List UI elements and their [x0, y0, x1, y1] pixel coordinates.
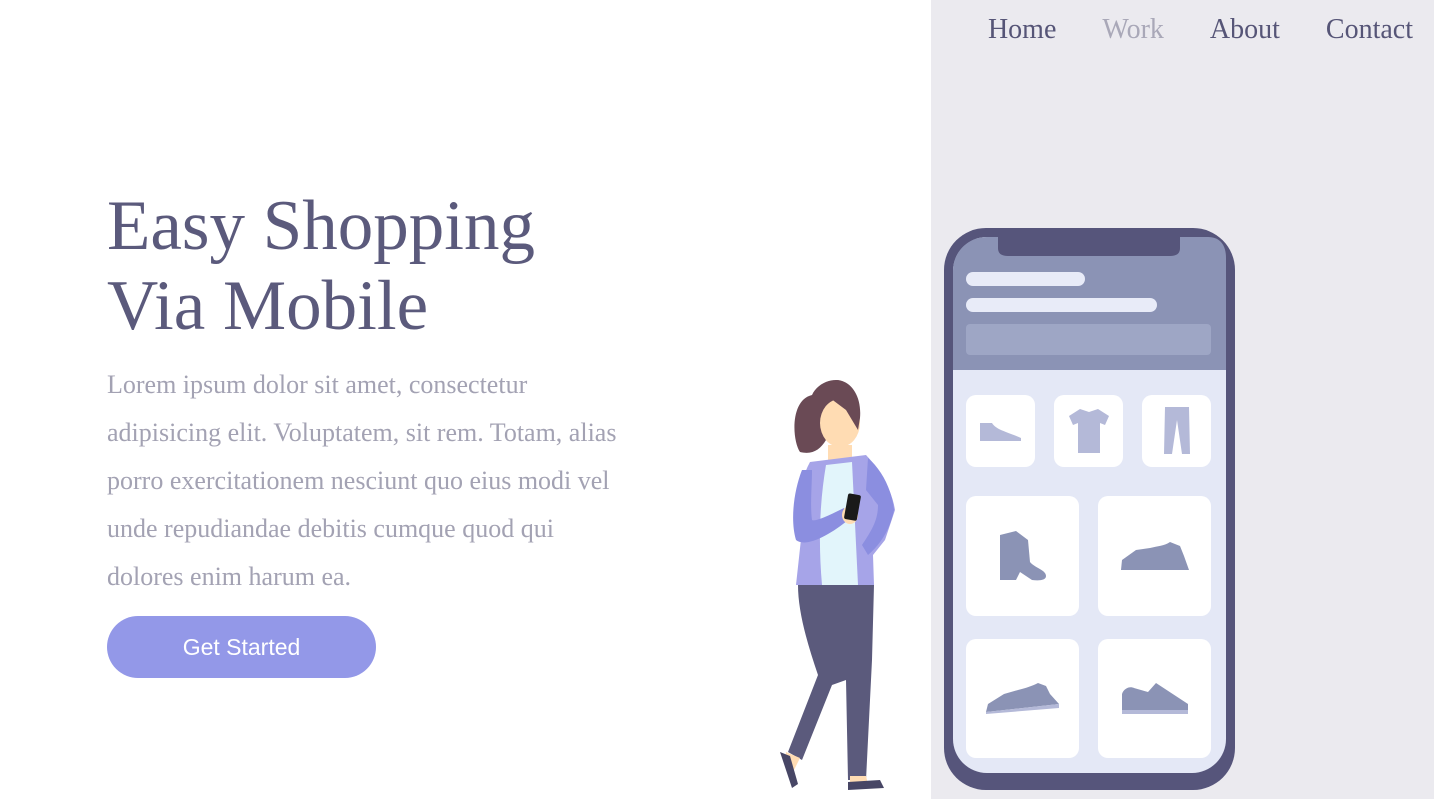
get-started-button[interactable]: Get Started	[107, 616, 376, 678]
hero-title-line2: Via Mobile	[107, 267, 429, 345]
nav-work[interactable]: Work	[1102, 12, 1164, 48]
hero-title: Easy Shopping Via Mobile	[107, 186, 667, 346]
nav-home[interactable]: Home	[988, 12, 1056, 48]
nav-contact[interactable]: Contact	[1326, 12, 1413, 48]
shopping-illustration	[780, 228, 1235, 790]
phone-mockup	[944, 228, 1235, 790]
nav-about[interactable]: About	[1210, 12, 1280, 48]
hero-description: Lorem ipsum dolor sit amet, consectetur …	[107, 370, 617, 591]
main-nav: Home Work About Contact	[942, 12, 1413, 48]
hero-title-line1: Easy Shopping	[107, 187, 535, 265]
woman-figure	[780, 380, 895, 790]
